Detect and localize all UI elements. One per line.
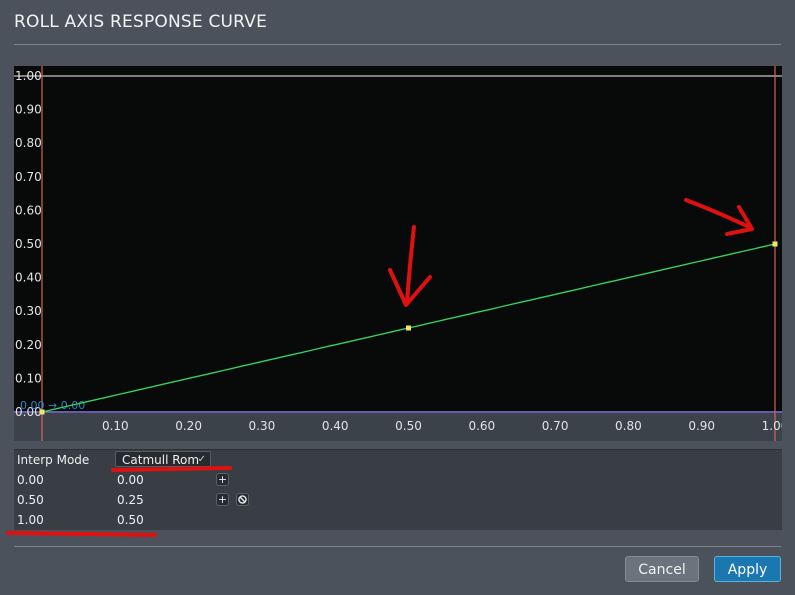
x-tick-label: 0.40 — [322, 419, 349, 433]
plus-icon: + — [217, 493, 228, 506]
y-tick-label: 0.60 — [15, 203, 42, 217]
y-tick-label: 1.00 — [15, 69, 42, 83]
interp-mode-select[interactable]: Catmull Rom ✓ — [115, 451, 211, 467]
apply-button[interactable]: Apply — [714, 556, 781, 582]
x-tick-label: 0.90 — [688, 419, 715, 433]
y-tick-label: 0.80 — [15, 136, 42, 150]
y-tick-label: 0.10 — [15, 371, 42, 385]
title-divider — [14, 44, 781, 45]
cancel-button[interactable]: Cancel — [625, 556, 699, 582]
y-tick-label: 0.50 — [15, 237, 42, 251]
y-tick-label: 0.40 — [15, 271, 42, 285]
remove-keyframe-button[interactable] — [236, 493, 249, 506]
keyframe-point — [39, 409, 45, 415]
interp-mode-value: Catmull Rom — [122, 453, 200, 467]
plus-icon: + — [217, 473, 228, 486]
interp-mode-label: Interp Mode — [17, 453, 90, 467]
y-tick-label: 0.30 — [15, 304, 42, 318]
keyframe-1-input[interactable]: 0.50 — [17, 493, 44, 507]
footer-divider — [14, 546, 781, 547]
x-tick-label: 0.20 — [175, 419, 202, 433]
keyframe-0-input[interactable]: 0.00 — [17, 473, 44, 487]
x-tick-label: 0.70 — [542, 419, 569, 433]
x-tick-label: 0.80 — [615, 419, 642, 433]
y-tick-label: 0.70 — [15, 170, 42, 184]
dialog-title: ROLL AXIS RESPONSE CURVE — [14, 12, 268, 32]
chevron-down-icon: ✓ — [197, 454, 206, 465]
keyframe-1-output[interactable]: 0.25 — [117, 493, 144, 507]
add-keyframe-button[interactable]: + — [216, 473, 229, 486]
add-keyframe-button[interactable]: + — [216, 493, 229, 506]
keyframe-point — [406, 325, 411, 331]
x-tick-label: 0.60 — [468, 419, 495, 433]
x-tick-label: 0.50 — [395, 419, 422, 433]
keyframe-2-output[interactable]: 0.50 — [117, 513, 144, 527]
ban-icon — [238, 495, 247, 504]
keyframe-properties: Interp Mode Catmull Rom ✓ 0.00 0.00 + 0.… — [14, 449, 782, 530]
annotation-underline-last-row — [6, 531, 157, 537]
keyframe-point — [772, 241, 778, 247]
curve-editor[interactable]: 1.00 0.90 0.80 0.70 0.60 0.50 0.40 0.30 0.20 0.10… — [14, 66, 782, 441]
y-tick-label: 0.20 — [15, 338, 42, 352]
x-tick-label: 0.30 — [249, 419, 276, 433]
x-tick-label: 1.00 — [762, 419, 782, 433]
keyframe-2-input[interactable]: 1.00 — [17, 513, 44, 527]
graph-background — [14, 66, 782, 441]
curve-graph[interactable]: 1.00 0.90 0.80 0.70 0.60 0.50 0.40 0.30 0.20 0.10… — [14, 66, 782, 441]
keyframe-0-output[interactable]: 0.00 — [117, 473, 144, 487]
y-tick-label: 0.90 — [15, 103, 42, 117]
x-tick-label: 0.10 — [102, 419, 129, 433]
